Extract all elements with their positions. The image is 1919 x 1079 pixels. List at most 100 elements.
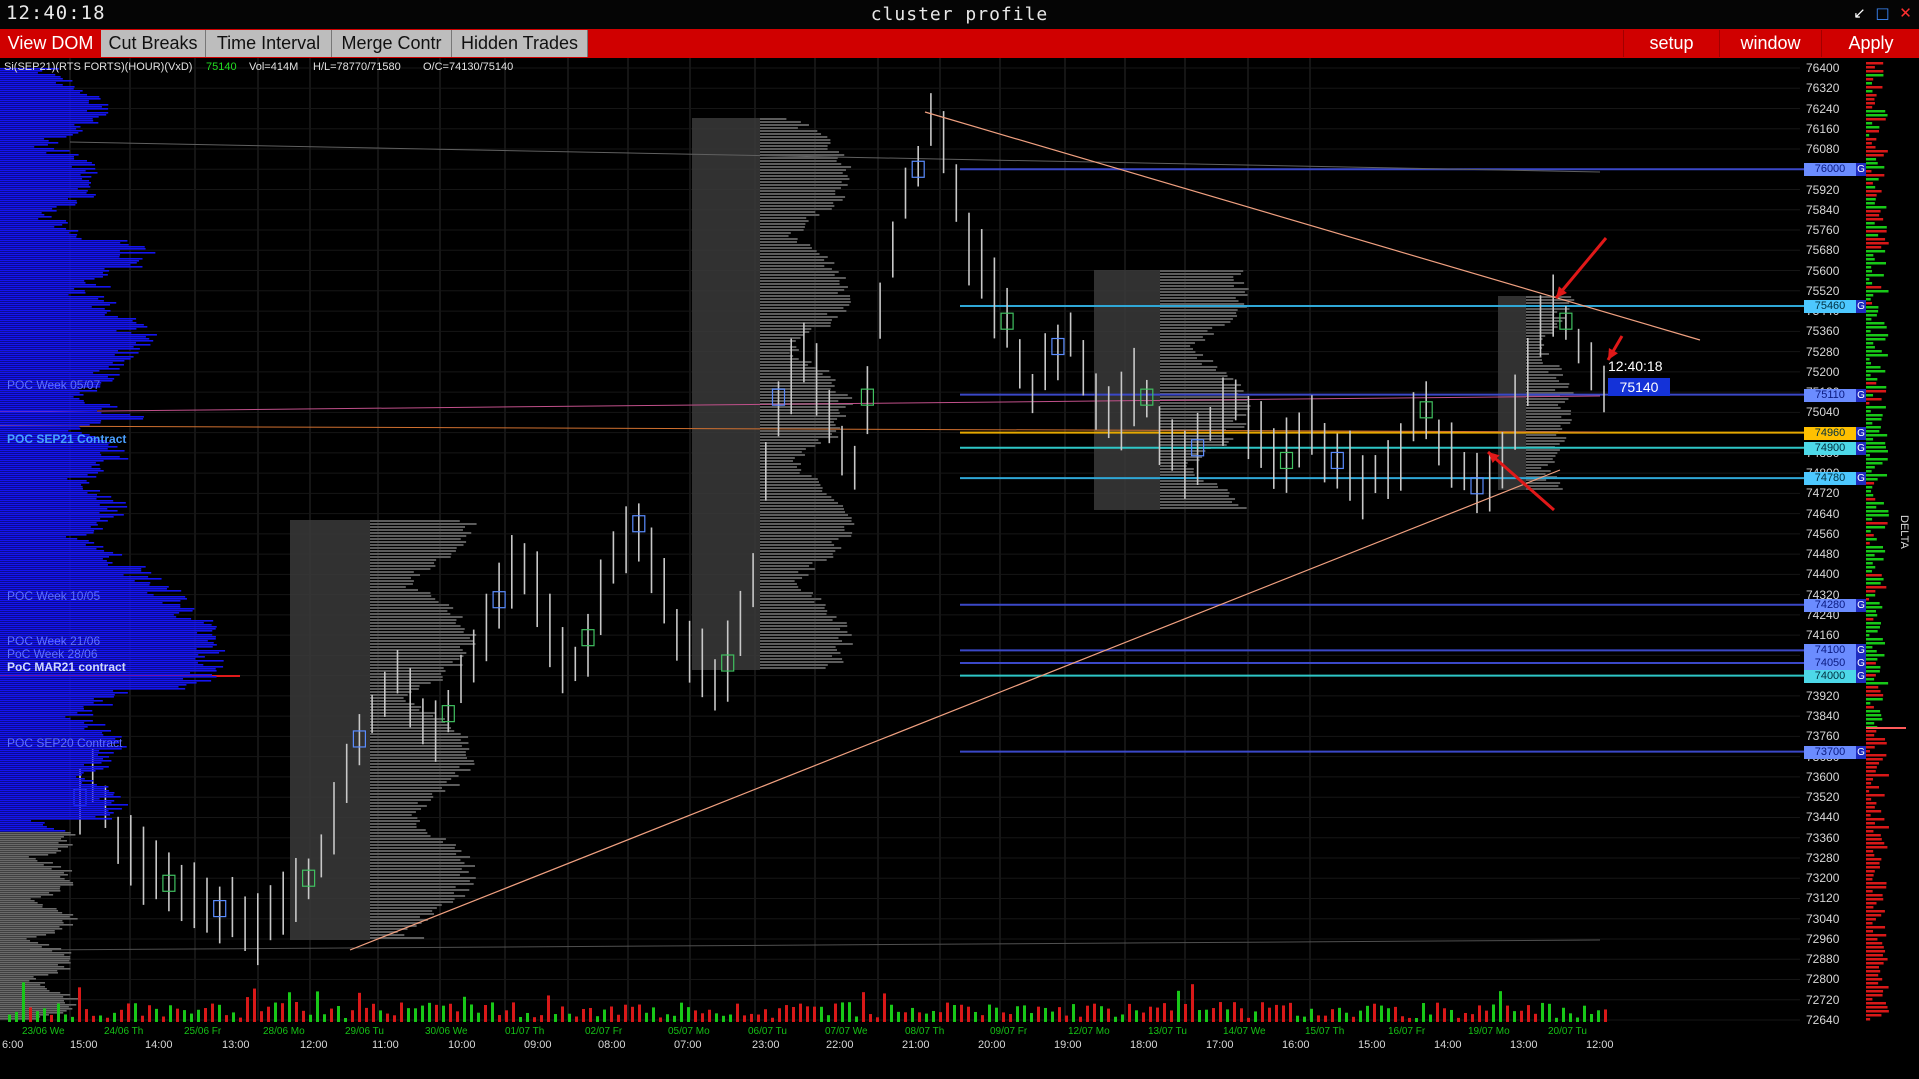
profile-row [0, 502, 126, 504]
delta-bar [1866, 446, 1886, 449]
time-label: 11:00 [372, 1039, 399, 1051]
level-tag[interactable]: 74100 [1804, 644, 1856, 658]
profile-row [370, 817, 418, 819]
volume-bar [449, 1003, 452, 1022]
profile-row [1526, 368, 1562, 370]
profile-row [0, 964, 58, 966]
profile-row [0, 216, 52, 218]
window-button[interactable]: window [1719, 30, 1821, 57]
profile-row [760, 529, 845, 531]
delta-bar [1866, 358, 1870, 361]
profile-row [0, 158, 75, 160]
profile-row [760, 442, 821, 444]
volume-bar [1310, 1008, 1313, 1022]
volume-bar [988, 1004, 991, 1022]
profile-row [0, 690, 114, 692]
volume-bar [1177, 990, 1180, 1022]
delta-bar [1866, 990, 1884, 993]
chart-area[interactable] [0, 58, 1919, 1079]
profile-row [760, 610, 828, 612]
profile-row [370, 907, 437, 909]
profile-row [0, 506, 128, 508]
profile-row [760, 244, 811, 246]
profile-row [0, 994, 71, 996]
setup-button[interactable]: setup [1623, 30, 1719, 57]
delta-bar [1866, 606, 1883, 609]
profile-row [0, 346, 134, 348]
level-tag[interactable]: 73700 [1804, 745, 1856, 759]
profile-row [1526, 410, 1572, 412]
delta-bar [1866, 958, 1888, 961]
delta-bar [1866, 442, 1886, 445]
level-tag[interactable]: 74280 [1804, 598, 1856, 612]
profile-row [0, 890, 61, 892]
level-tag[interactable]: 75460 [1804, 300, 1856, 313]
delta-bar [1866, 90, 1873, 93]
level-tag[interactable]: 76000 [1804, 163, 1856, 177]
delta-bar [1866, 674, 1876, 677]
profile-row [0, 324, 144, 326]
time-label: 12:00 [300, 1039, 328, 1051]
profile-row [0, 854, 49, 856]
price-axis-label: 73600 [1806, 769, 1840, 784]
profile-row [0, 832, 71, 834]
volume-bar [820, 1006, 823, 1022]
profile-row [0, 134, 73, 136]
high-low-info: H/L=78770/71580 [313, 61, 401, 73]
view-dom-button[interactable]: View DOM [0, 30, 101, 57]
delta-bar [1866, 410, 1871, 413]
merge-contracts-button[interactable]: Merge Contr [332, 30, 452, 57]
delta-bar [1866, 970, 1881, 973]
profile-row [0, 132, 79, 134]
volume-bar [1548, 1003, 1551, 1022]
volume-bar [526, 1012, 529, 1022]
volume-bar [1100, 1006, 1103, 1022]
level-tag[interactable]: 74000 [1804, 669, 1856, 683]
profile-row [0, 198, 68, 200]
profile-row [1526, 302, 1570, 304]
delta-bar [1866, 874, 1874, 877]
minimize-icon[interactable]: ↙ [1852, 6, 1867, 21]
profile-row [370, 739, 461, 741]
profile-row [0, 280, 85, 282]
profile-row [0, 782, 83, 784]
profile-row [1526, 467, 1542, 469]
profile-row [760, 667, 826, 669]
profile-row [0, 680, 212, 682]
profile-row [0, 876, 61, 878]
level-tag[interactable]: 74780 [1804, 472, 1856, 486]
profile-row [760, 622, 847, 624]
cut-breaks-button[interactable]: Cut Breaks [101, 30, 206, 57]
close-icon[interactable]: ✕ [1898, 6, 1913, 21]
profile-row [0, 568, 142, 570]
hidden-trades-button[interactable]: Hidden Trades [452, 30, 588, 57]
level-tag[interactable]: 74900 [1804, 441, 1856, 455]
profile-row [370, 643, 476, 645]
profile-row [0, 90, 83, 92]
profile-row [760, 634, 852, 636]
delta-bar [1866, 918, 1876, 921]
level-tag[interactable]: 74960 [1804, 426, 1856, 440]
apply-button[interactable]: Apply [1821, 30, 1919, 57]
date-label: 23/06 We [22, 1026, 65, 1037]
profile-row [0, 858, 36, 860]
profile-row [0, 1018, 40, 1020]
delta-bar [1866, 314, 1877, 317]
delta-bar [1866, 186, 1876, 189]
volume-bar [435, 1004, 438, 1022]
profile-row [1160, 495, 1229, 497]
maximize-icon[interactable]: □ [1875, 6, 1890, 21]
level-tag[interactable]: 75110 [1804, 388, 1856, 402]
delta-bar [1866, 962, 1884, 965]
profile-row [0, 300, 104, 302]
level-tag[interactable]: 74050 [1804, 657, 1856, 670]
profile-row [760, 148, 828, 150]
profile-row [0, 566, 146, 568]
volume-bar [855, 1016, 858, 1022]
time-interval-button[interactable]: Time Interval [206, 30, 332, 57]
profile-row [760, 583, 797, 585]
poc-label: POC Week 10/05 [7, 589, 101, 603]
volume-bar [1415, 1017, 1418, 1022]
delta-bar [1866, 422, 1873, 425]
profile-row [0, 76, 61, 78]
